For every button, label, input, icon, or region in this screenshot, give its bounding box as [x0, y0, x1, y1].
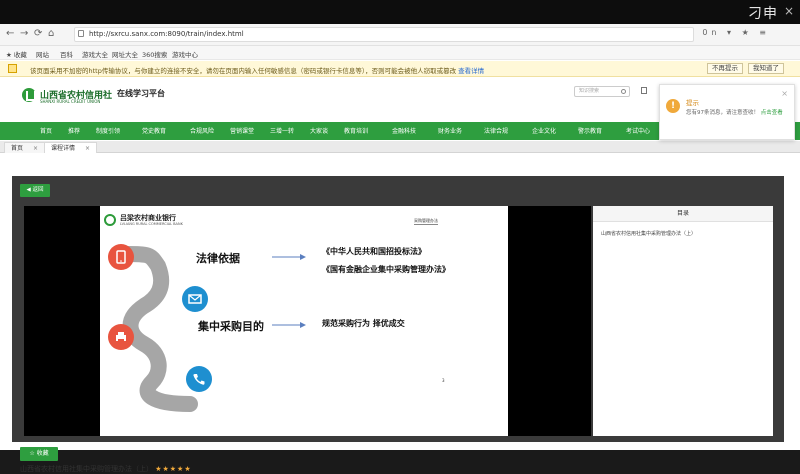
nav-item[interactable]: 考试中心 — [626, 126, 650, 135]
lock-icon — [78, 30, 84, 37]
nav-item[interactable]: 营销课堂 — [230, 126, 254, 135]
nav-item[interactable]: 法律合规 — [484, 126, 508, 135]
bookmark-item[interactable]: 360搜索 — [142, 49, 167, 59]
bookmark-item[interactable]: 游戏中心 — [172, 49, 198, 59]
toc-item[interactable]: 山西省农村信用社集中采购管理办法（上） — [601, 230, 696, 237]
browser-window: ← → ⟳ ⌂ http://sxrcu.sanx.com:8090/train… — [0, 24, 800, 473]
search-input[interactable]: 知识搜索 — [574, 86, 630, 97]
section-title-legal-basis: 法律依据 — [196, 252, 240, 265]
nav-item[interactable]: 企业文化 — [532, 126, 556, 135]
nav-item[interactable]: 首页 — [40, 126, 52, 135]
nav-item[interactable]: 金融科技 — [392, 126, 416, 135]
address-bar: ← → ⟳ ⌂ http://sxrcu.sanx.com:8090/train… — [0, 24, 800, 46]
law-2: 《国有金融企业集中采购管理办法》 — [322, 265, 450, 274]
warning-text: 该页面采用不加密的http传输协议，与你建立的连接不安全，请勿在页面内输入任何敏… — [30, 67, 485, 75]
home-icon[interactable]: ⌂ — [48, 28, 54, 39]
notification-body: 您有97条消息，请注意查收！ 点击查看 — [686, 110, 783, 116]
bookmark-item[interactable]: 游戏大全 — [82, 49, 108, 59]
tab-home[interactable]: 首页 × — [4, 142, 46, 153]
bookmarks-bar: ★ 收藏 网站 百科 游戏大全 网址大全 360搜索 游戏中心 — [0, 46, 800, 60]
url-input[interactable]: http://sxrcu.sanx.com:8090/train/index.h… — [74, 27, 694, 42]
user-icon[interactable] — [641, 87, 647, 94]
bookmark-item[interactable]: 百科 — [60, 49, 73, 59]
no-remind-button[interactable]: 不再提示 — [707, 63, 743, 74]
logo-icon — [22, 88, 36, 102]
close-icon[interactable]: × — [85, 145, 90, 152]
fax-icon — [108, 324, 134, 350]
mail-icon — [182, 286, 208, 312]
screen-frame: 刁申 × ← → ⟳ ⌂ http://sxrcu.sanx.com:8090/… — [0, 0, 800, 473]
notification-popup: ! 提示 您有97条消息，请注意查收！ 点击查看 × — [659, 84, 795, 140]
search-icon[interactable] — [621, 89, 626, 94]
nav-item[interactable]: 财务业务 — [438, 126, 462, 135]
nav-item[interactable]: 三增一转 — [270, 126, 294, 135]
bookmark-item[interactable]: 网站 — [36, 49, 49, 59]
course-title: 山西省农村信用社集中采购管理办法（上） ★★★★★ — [20, 465, 192, 473]
reload-icon[interactable]: ⟳ — [34, 28, 42, 39]
alert-icon: ! — [666, 99, 680, 113]
section-title-purpose: 集中采购目的 — [198, 320, 264, 333]
nav-item[interactable]: 推荐 — [68, 126, 80, 135]
course-content: ◀ 返回 吕梁农村商业银行 LVLIANG RURAL COMMERCIAL B… — [0, 154, 800, 473]
nav-item[interactable]: 大家谈 — [310, 126, 328, 135]
toc-header: 目录 — [593, 206, 773, 222]
back-button[interactable]: ◀ 返回 — [20, 184, 50, 197]
arrow-icon — [272, 254, 306, 260]
nav-item[interactable]: 合规风险 — [190, 126, 214, 135]
notification-title: 提示 — [686, 99, 699, 107]
got-it-button[interactable]: 我知道了 — [748, 63, 784, 74]
forward-icon[interactable]: → — [20, 28, 28, 39]
star-rating: ★★★★★ — [155, 465, 192, 473]
close-icon[interactable]: × — [33, 145, 38, 152]
tab-course-detail[interactable]: 课程详情 × — [44, 142, 98, 153]
platform-name: 在线学习平台 — [117, 89, 165, 98]
bookmark-item[interactable]: 网址大全 — [112, 49, 138, 59]
notification-link[interactable]: 点击查看 — [761, 110, 783, 116]
slide-page-number: 3 — [442, 378, 445, 383]
purpose-text: 规范采购行为 择优成交 — [322, 319, 405, 328]
slide: 吕梁农村商业银行 LVLIANG RURAL COMMERCIAL BANK 采… — [100, 206, 508, 436]
warning-icon — [8, 64, 17, 73]
nav-item[interactable]: 警示教育 — [578, 126, 602, 135]
warning-details-link[interactable]: 查看详情 — [458, 67, 484, 75]
law-1: 《中华人民共和国招投标法》 — [322, 247, 426, 256]
bookmark-item[interactable]: ★ 收藏 — [6, 49, 27, 59]
video-area[interactable]: 吕梁农村商业银行 LVLIANG RURAL COMMERCIAL BANK 采… — [24, 206, 591, 436]
overlay-brand: 刁申 — [748, 6, 778, 22]
toc-panel: 目录 山西省农村信用社集中采购管理办法（上） — [593, 206, 773, 436]
security-warning-bar: 该页面采用不加密的http传输协议，与你建立的连接不安全，请勿在页面内输入任何敏… — [0, 61, 800, 77]
arrow-icon — [272, 322, 306, 328]
favorite-button[interactable]: ☆ 收藏 — [20, 447, 58, 461]
close-icon[interactable]: × — [784, 4, 794, 18]
tablet-icon — [108, 244, 134, 270]
nav-item[interactable]: 教育培训 — [344, 126, 368, 135]
back-icon[interactable]: ← — [6, 28, 14, 39]
nav-item[interactable]: 制度引领 — [96, 126, 120, 135]
close-icon[interactable]: × — [781, 89, 788, 98]
logo-english: SHANXI RURAL CREDIT UNION — [40, 99, 101, 104]
slide-tag: 采购管理办法 — [414, 218, 438, 225]
page-tabs: 首页 × 课程详情 × — [0, 141, 800, 153]
course-player: ◀ 返回 吕梁农村商业银行 LVLIANG RURAL COMMERCIAL B… — [12, 176, 784, 442]
nav-item[interactable]: 党史教育 — [142, 126, 166, 135]
phone-icon — [186, 366, 212, 392]
overlay-topbar: 刁申 × — [0, 0, 800, 24]
browser-tools[interactable]: 0n ▾ ★ ≡ — [702, 28, 770, 37]
